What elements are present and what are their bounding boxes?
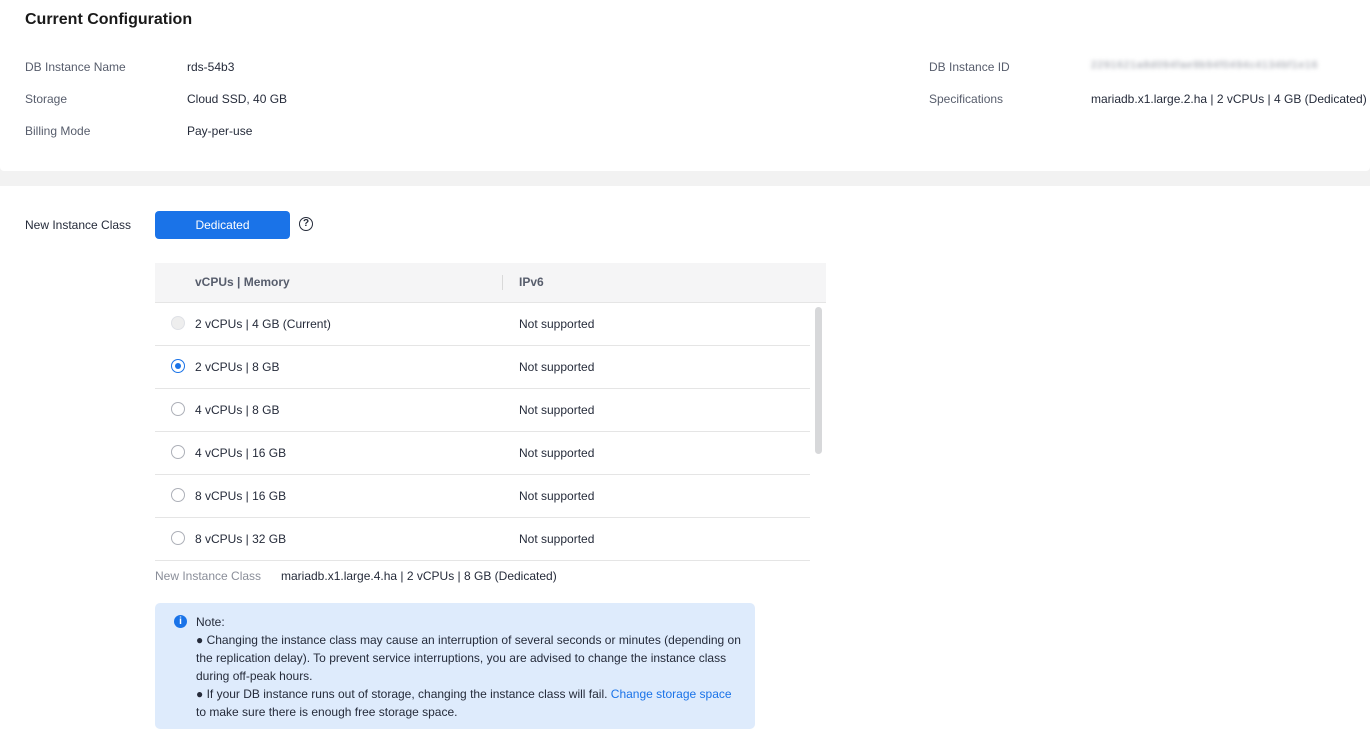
table-row[interactable]: 2 vCPUs | 8 GB Not supported — [155, 346, 810, 389]
scrollbar-thumb[interactable] — [815, 307, 822, 454]
ipv6-cell: Not supported — [519, 489, 595, 503]
specifications-label: Specifications — [929, 92, 1004, 106]
table-row[interactable]: 4 vCPUs | 8 GB Not supported — [155, 389, 810, 432]
ipv6-cell: Not supported — [519, 360, 595, 374]
note-line-2-suffix: to make sure there is enough free storag… — [196, 705, 458, 719]
radio-button — [171, 316, 185, 330]
instance-id-value: 2291621a8d094fae9b94f0494c4134bf1e16 — [1091, 60, 1319, 71]
change-storage-space-link[interactable]: Change storage space — [611, 687, 732, 701]
radio-button[interactable] — [171, 488, 185, 502]
instance-name-label: DB Instance Name — [25, 60, 126, 74]
specifications-value: mariadb.x1.large.2.ha | 2 vCPUs | 4 GB (… — [1091, 92, 1367, 106]
ipv6-cell: Not supported — [519, 403, 595, 417]
table-row[interactable]: 8 vCPUs | 32 GB Not supported — [155, 518, 810, 561]
billing-mode-label: Billing Mode — [25, 124, 91, 138]
column-header-vcpus-memory[interactable]: vCPUs | Memory — [195, 275, 290, 289]
radio-button[interactable] — [171, 359, 185, 373]
storage-label: Storage — [25, 92, 68, 106]
table-row[interactable]: 8 vCPUs | 16 GB Not supported — [155, 475, 810, 518]
billing-mode-value: Pay-per-use — [187, 124, 253, 138]
selected-class-value: mariadb.x1.large.4.ha | 2 vCPUs | 8 GB (… — [281, 569, 557, 583]
section-title: Current Configuration — [25, 11, 193, 28]
spec-cell: 8 vCPUs | 32 GB — [195, 532, 287, 546]
current-configuration-panel: Current Configuration DB Instance Name r… — [0, 0, 1370, 171]
info-icon: i — [174, 615, 187, 628]
ipv6-cell: Not supported — [519, 317, 595, 331]
radio-button[interactable] — [171, 531, 185, 545]
instance-name-value: rds-54b3 — [187, 60, 235, 74]
spec-cell: 4 vCPUs | 16 GB — [195, 446, 287, 460]
selected-class-label: New Instance Class — [155, 569, 262, 583]
note-box: i Note: ● Changing the instance class ma… — [155, 603, 755, 729]
spec-cell: 2 vCPUs | 4 GB (Current) — [195, 317, 331, 331]
column-header-ipv6[interactable]: IPv6 — [519, 275, 544, 289]
table-row[interactable]: 4 vCPUs | 16 GB Not supported — [155, 432, 810, 475]
radio-button[interactable] — [171, 445, 185, 459]
note-title: Note: — [196, 615, 225, 629]
instance-id-label: DB Instance ID — [929, 60, 1010, 74]
instance-class-table-body: 2 vCPUs | 4 GB (Current) Not supported 2… — [155, 303, 810, 561]
table-row: 2 vCPUs | 4 GB (Current) Not supported — [155, 303, 810, 346]
dedicated-button[interactable]: Dedicated — [155, 211, 290, 239]
note-line-2: ● If your DB instance runs out of storag… — [196, 685, 741, 721]
note-text: Note: ● Changing the instance class may … — [196, 613, 741, 721]
ipv6-cell: Not supported — [519, 532, 595, 546]
table-header: vCPUs | Memory IPv6 — [155, 263, 826, 303]
note-line-1: ● Changing the instance class may cause … — [196, 633, 741, 683]
spec-cell: 8 vCPUs | 16 GB — [195, 489, 287, 503]
note-line-2-prefix: ● If your DB instance runs out of storag… — [196, 687, 611, 701]
new-instance-class-label: New Instance Class — [25, 218, 132, 232]
spec-cell: 4 vCPUs | 8 GB — [195, 403, 280, 417]
storage-value: Cloud SSD, 40 GB — [187, 92, 288, 106]
radio-button[interactable] — [171, 402, 185, 416]
column-divider — [502, 275, 503, 290]
ipv6-cell: Not supported — [519, 446, 595, 460]
question-circle-icon[interactable]: ? — [299, 217, 313, 231]
spec-cell: 2 vCPUs | 8 GB — [195, 360, 280, 374]
